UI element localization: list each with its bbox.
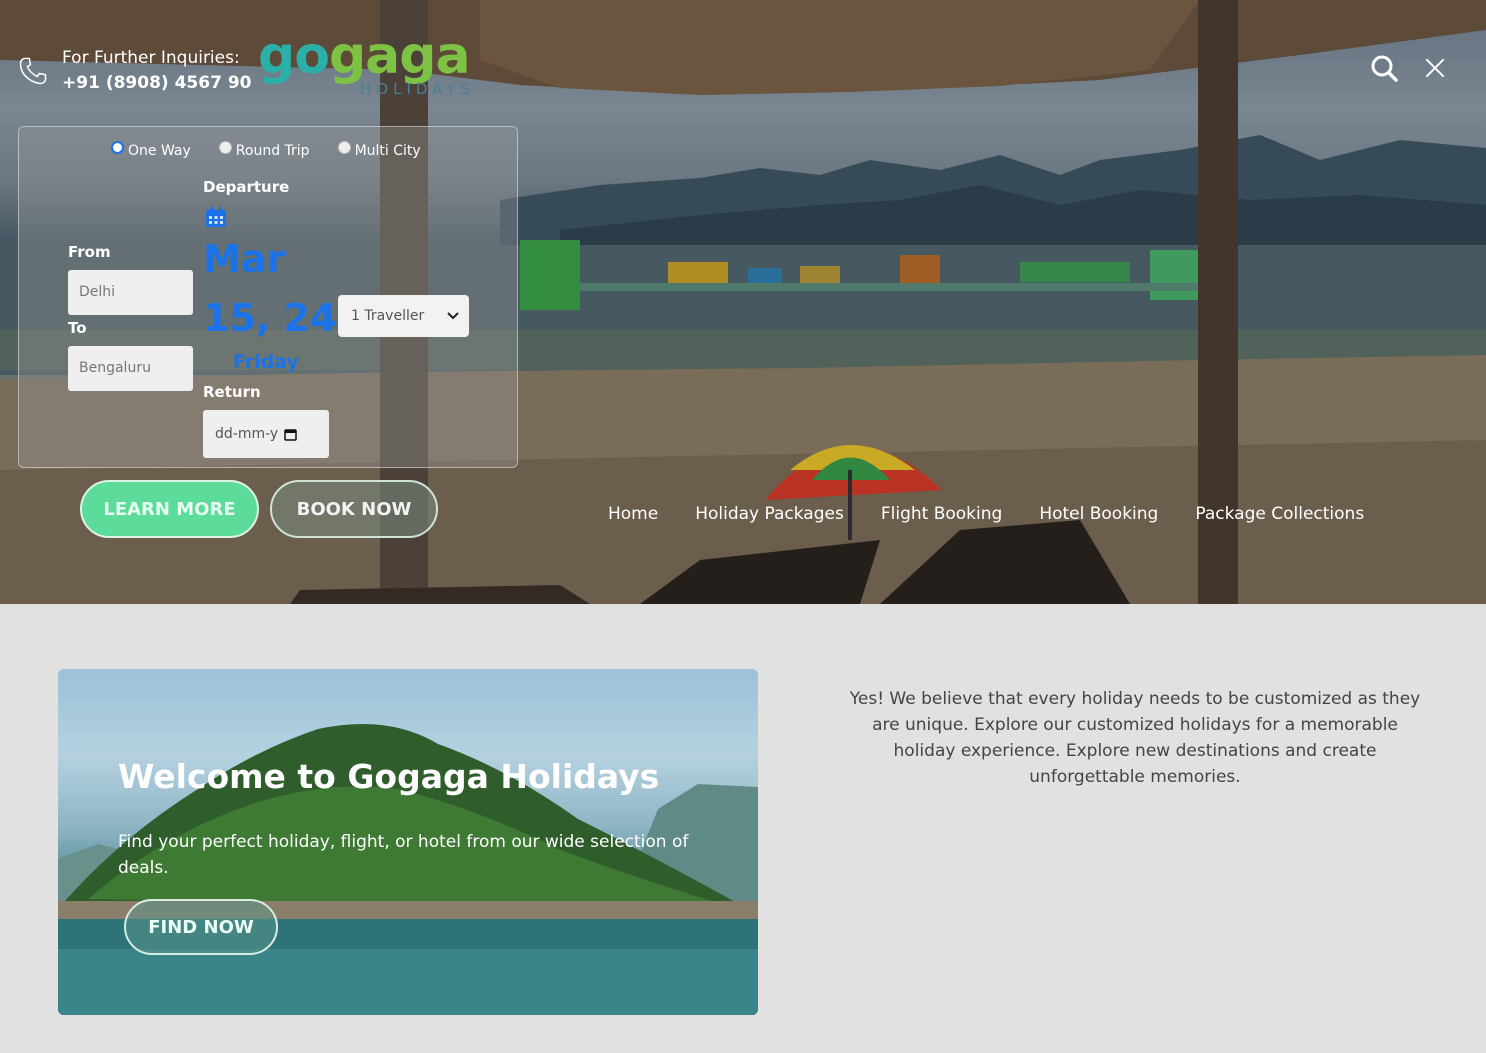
nav-package-collections[interactable]: Package Collections [1195, 504, 1364, 524]
departure-label: Departure [203, 178, 290, 196]
learn-more-button[interactable]: LEARN MORE [80, 480, 259, 538]
close-icon[interactable] [1424, 57, 1446, 79]
departure-day: Friday [233, 351, 299, 373]
one-way-label: One Way [128, 143, 191, 159]
inquiries-label: For Further Inquiries: [62, 48, 240, 68]
phone-icon [19, 57, 47, 85]
traveller-select-value: 1 Traveller [351, 308, 425, 324]
one-way-radio[interactable] [111, 140, 124, 154]
trip-type-multi-city[interactable]: Multi City [337, 140, 421, 159]
nav-holiday-packages[interactable]: Holiday Packages [695, 504, 844, 524]
welcome-card: Welcome to Gogaga Holidays Find your per… [58, 669, 758, 1015]
date-picker-icon[interactable] [284, 428, 297, 441]
hero-section: For Further Inquiries: +91 (8908) 4567 9… [0, 0, 1486, 604]
welcome-subtitle: Find your perfect holiday, flight, or ho… [118, 832, 689, 878]
search-icon[interactable] [1370, 54, 1398, 82]
nav-hotel-booking[interactable]: Hotel Booking [1039, 504, 1158, 524]
flight-booking-form: One Way Round Trip Multi City From Delhi… [18, 126, 518, 468]
gogaga-logo[interactable]: gogaga HOLIDAYS [258, 26, 471, 98]
trip-type-round-trip[interactable]: Round Trip [218, 140, 310, 159]
welcome-title: Welcome to Gogaga Holidays [118, 757, 660, 796]
phone-number[interactable]: +91 (8908) 4567 90 [62, 70, 251, 96]
round-trip-label: Round Trip [235, 143, 310, 159]
from-label: From [68, 243, 111, 261]
to-input[interactable]: Bengaluru [68, 346, 193, 391]
chevron-down-icon [447, 312, 459, 320]
nav-flight-booking[interactable]: Flight Booking [881, 504, 1002, 524]
nav-home[interactable]: Home [608, 504, 658, 524]
departure-month[interactable]: Mar [203, 237, 285, 281]
find-now-button[interactable]: FIND NOW [124, 899, 278, 955]
main-nav: Home Holiday Packages Flight Booking Hot… [608, 504, 1364, 524]
round-trip-radio[interactable] [218, 140, 232, 154]
contact-info: For Further Inquiries: +91 (8908) 4567 9… [18, 46, 251, 96]
from-input[interactable]: Delhi [68, 270, 193, 315]
logo-part-gaga: gaga [328, 26, 471, 86]
calendar-icon[interactable] [205, 206, 227, 228]
trip-type-one-way[interactable]: One Way [111, 140, 191, 159]
return-label: Return [203, 383, 261, 401]
multi-city-radio[interactable] [337, 140, 351, 154]
intro-text: Yes! We believe that every holiday needs… [849, 689, 1421, 787]
traveller-select[interactable]: 1 Traveller [338, 295, 469, 337]
multi-city-label: Multi City [354, 143, 421, 159]
trip-type-group: One Way Round Trip Multi City [111, 140, 421, 159]
return-date-placeholder: dd-mm-y [215, 426, 279, 442]
logo-part-go: go [258, 26, 330, 86]
departure-date[interactable]: 15, 24 [203, 296, 336, 340]
return-date-input[interactable]: dd-mm-y [203, 410, 329, 458]
to-label: To [68, 319, 87, 337]
book-now-button[interactable]: BOOK NOW [270, 480, 438, 538]
logo-subtitle: HOLIDAYS [360, 80, 475, 98]
